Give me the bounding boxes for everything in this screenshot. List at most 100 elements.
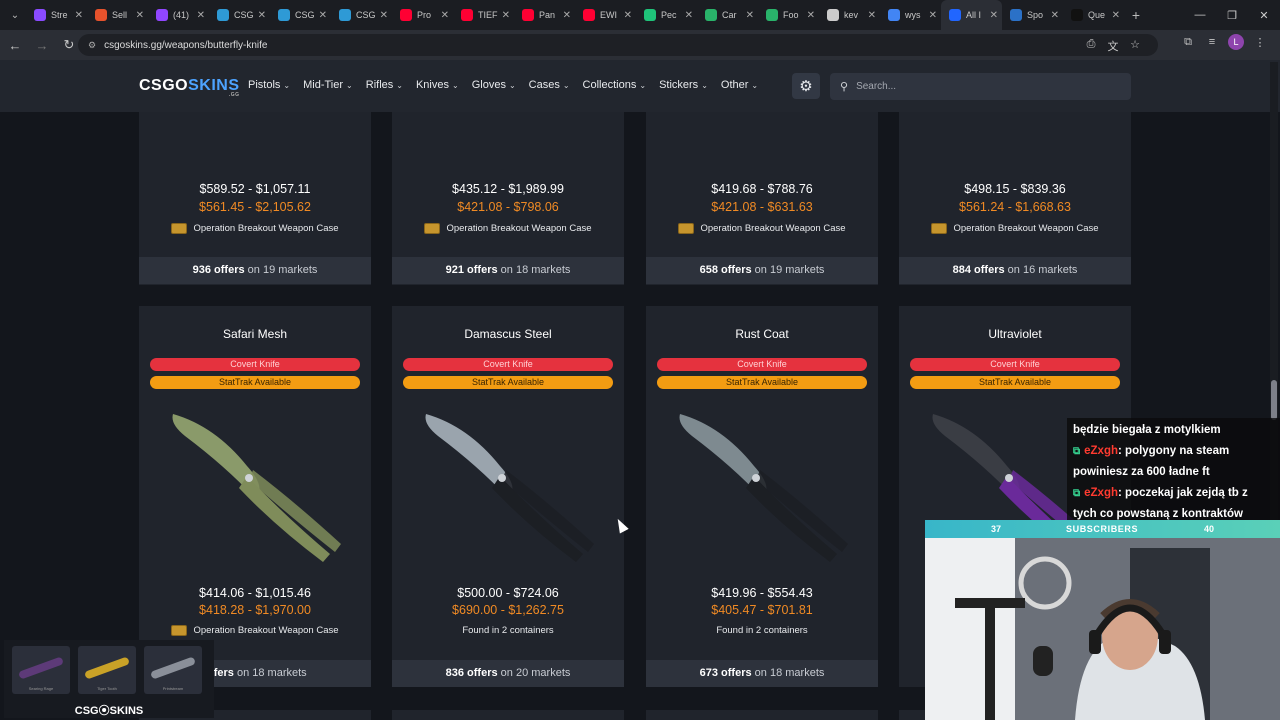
nav-menu-item[interactable]: Mid-Tier ⌄ xyxy=(303,79,353,91)
tab-close-icon[interactable]: ✕ xyxy=(685,10,693,21)
tab-close-icon[interactable]: ✕ xyxy=(197,10,205,21)
browser-tab[interactable]: Pec ✕ xyxy=(636,0,697,30)
settings-gear-icon[interactable]: ⚙ xyxy=(792,73,820,99)
browser-tab[interactable]: CSG ✕ xyxy=(209,0,270,30)
tab-close-icon[interactable]: ✕ xyxy=(1112,10,1120,21)
browser-tab[interactable]: EWI ✕ xyxy=(575,0,636,30)
tab-close-icon[interactable]: ✕ xyxy=(1051,10,1059,21)
skin-name[interactable]: Ultraviolet xyxy=(899,327,1131,341)
site-search[interactable]: ⚲ xyxy=(830,73,1131,100)
browser-tab[interactable]: Stre ✕ xyxy=(26,0,87,30)
browser-menu-icon[interactable]: ⋮ xyxy=(1248,36,1272,49)
browser-tab[interactable]: CSG ✕ xyxy=(270,0,331,30)
container-info[interactable]: Operation Breakout Weapon Case xyxy=(139,223,371,234)
nav-menu-item[interactable]: Collections ⌄ xyxy=(583,79,647,91)
nav-menu-item[interactable]: Pistols ⌄ xyxy=(248,79,290,91)
profile-avatar[interactable]: L xyxy=(1228,34,1244,50)
site-logo[interactable]: CSGOSKINS .GG xyxy=(139,77,240,98)
weapon-case-icon xyxy=(171,223,188,234)
browser-tab[interactable]: Pro ✕ xyxy=(392,0,453,30)
tab-close-icon[interactable]: ✕ xyxy=(258,10,266,21)
nav-menu-item[interactable]: Rifles ⌄ xyxy=(366,79,403,91)
forward-icon[interactable]: → xyxy=(30,38,54,53)
skin-card[interactable]: Damascus Steel Covert Knife StatTrak Avail… xyxy=(392,306,624,687)
tab-close-icon[interactable]: ✕ xyxy=(990,10,998,21)
tab-close-icon[interactable]: ✕ xyxy=(319,10,327,21)
browser-tab[interactable]: (41) ✕ xyxy=(148,0,209,30)
offers-bar[interactable]: 673 offers on 18 markets xyxy=(646,660,878,687)
maximize-icon[interactable]: ❐ xyxy=(1216,0,1248,30)
skin-card[interactable]: $419.68 - $788.76 $421.08 - $631.63 Operat… xyxy=(646,112,878,285)
skin-card[interactable] xyxy=(392,710,624,720)
new-tab-button[interactable]: + xyxy=(1124,7,1148,23)
nav-menu-item[interactable]: Cases ⌄ xyxy=(529,79,570,91)
search-input[interactable] xyxy=(856,81,1107,92)
tab-close-icon[interactable]: ✕ xyxy=(807,10,815,21)
url-field[interactable]: ⚙ csgoskins.gg/weapons/butterfly-knife ⎙… xyxy=(78,34,1158,56)
scrollbar-thumb[interactable] xyxy=(1271,380,1277,420)
media-icon[interactable]: ≡ xyxy=(1200,36,1224,48)
close-window-icon[interactable]: ✕ xyxy=(1248,0,1280,30)
tab-close-icon[interactable]: ✕ xyxy=(624,10,632,21)
container-info[interactable]: Operation Breakout Weapon Case xyxy=(899,223,1131,234)
tab-search-dropdown-icon[interactable]: ⌄ xyxy=(4,4,26,26)
container-info[interactable]: Found in 2 containers xyxy=(646,625,878,636)
skin-name[interactable]: Damascus Steel xyxy=(392,327,624,341)
tab-close-icon[interactable]: ✕ xyxy=(502,10,510,21)
tab-close-icon[interactable]: ✕ xyxy=(75,10,83,21)
container-info[interactable]: Operation Breakout Weapon Case xyxy=(392,223,624,234)
tab-favicon-icon xyxy=(888,9,900,21)
chevron-down-icon: ⌄ xyxy=(283,81,291,90)
browser-tab[interactable]: Car ✕ xyxy=(697,0,758,30)
tab-close-icon[interactable]: ✕ xyxy=(441,10,449,21)
back-icon[interactable]: ← xyxy=(3,38,27,53)
site-navbar: CSGOSKINS .GG Pistols ⌄ Mid-Tier ⌄ Rifles ⌄ Kn… xyxy=(0,60,1280,112)
browser-tab[interactable]: Que ✕ xyxy=(1063,0,1124,30)
container-info[interactable]: Operation Breakout Weapon Case xyxy=(139,625,371,636)
skin-card[interactable] xyxy=(646,710,878,720)
tab-close-icon[interactable]: ✕ xyxy=(563,10,571,21)
tab-label: Sell xyxy=(112,10,128,20)
browser-tab[interactable]: Spo ✕ xyxy=(1002,0,1063,30)
extensions-icon[interactable]: ⧉ xyxy=(1176,36,1200,49)
skin-name[interactable]: Safari Mesh xyxy=(139,327,371,341)
stream-chat-overlay: będzie biegała z motylkiem ⧉ eZxgh: polygo… xyxy=(1067,418,1280,520)
skin-name[interactable]: Rust Coat xyxy=(646,327,878,341)
container-info[interactable]: Found in 2 containers xyxy=(392,625,624,636)
offers-bar[interactable]: 836 offers on 20 markets xyxy=(392,660,624,687)
tab-close-icon[interactable]: ✕ xyxy=(380,10,388,21)
skin-card[interactable]: $589.52 - $1,057.11 $561.45 - $2,105.62 Op… xyxy=(139,112,371,285)
browser-tab[interactable]: CSG ✕ xyxy=(331,0,392,30)
minimize-icon[interactable]: — xyxy=(1184,0,1216,30)
browser-tab[interactable]: TIEF ✕ xyxy=(453,0,514,30)
chevron-down-icon: ⌄ xyxy=(562,81,570,90)
nav-menu-item[interactable]: Knives ⌄ xyxy=(416,79,459,91)
offers-bar[interactable]: 884 offers on 16 markets xyxy=(899,257,1131,284)
install-app-icon[interactable]: ⎙ xyxy=(1080,38,1102,54)
nav-menu-item[interactable]: Stickers ⌄ xyxy=(659,79,708,91)
skin-card[interactable]: $498.15 - $839.36 $561.24 - $1,668.63 Oper… xyxy=(899,112,1131,285)
browser-tab[interactable]: All I ✕ xyxy=(941,0,1002,30)
tab-close-icon[interactable]: ✕ xyxy=(746,10,754,21)
nav-menu-item[interactable]: Other ⌄ xyxy=(721,79,758,91)
browser-tab[interactable]: Foo ✕ xyxy=(758,0,819,30)
offers-bar[interactable]: 658 offers on 19 markets xyxy=(646,257,878,284)
browser-tab[interactable]: Sell ✕ xyxy=(87,0,148,30)
offers-bar[interactable]: 936 offers on 19 markets xyxy=(139,257,371,284)
offers-bar[interactable]: 921 offers on 18 markets xyxy=(392,257,624,284)
browser-tab[interactable]: wys ✕ xyxy=(880,0,941,30)
skin-card[interactable]: Safari Mesh Covert Knife StatTrak Availabl… xyxy=(139,306,371,687)
container-info[interactable]: Operation Breakout Weapon Case xyxy=(646,223,878,234)
browser-tab[interactable]: Pan ✕ xyxy=(514,0,575,30)
skin-card[interactable]: $435.12 - $1,989.99 $421.08 - $798.06 Oper… xyxy=(392,112,624,285)
site-info-icon[interactable]: ⚙ xyxy=(88,40,96,51)
tab-close-icon[interactable]: ✕ xyxy=(136,10,144,21)
tab-close-icon[interactable]: ✕ xyxy=(929,10,937,21)
nav-menu-item[interactable]: Gloves ⌄ xyxy=(472,79,516,91)
container-label: Operation Breakout Weapon Case xyxy=(446,223,592,234)
browser-tab[interactable]: kev ✕ xyxy=(819,0,880,30)
skin-card[interactable]: Rust Coat Covert Knife StatTrak Available $… xyxy=(646,306,878,687)
bookmark-star-icon[interactable]: ☆ xyxy=(1124,38,1146,54)
translate-icon[interactable]: 文 xyxy=(1102,38,1124,54)
tab-close-icon[interactable]: ✕ xyxy=(868,10,876,21)
